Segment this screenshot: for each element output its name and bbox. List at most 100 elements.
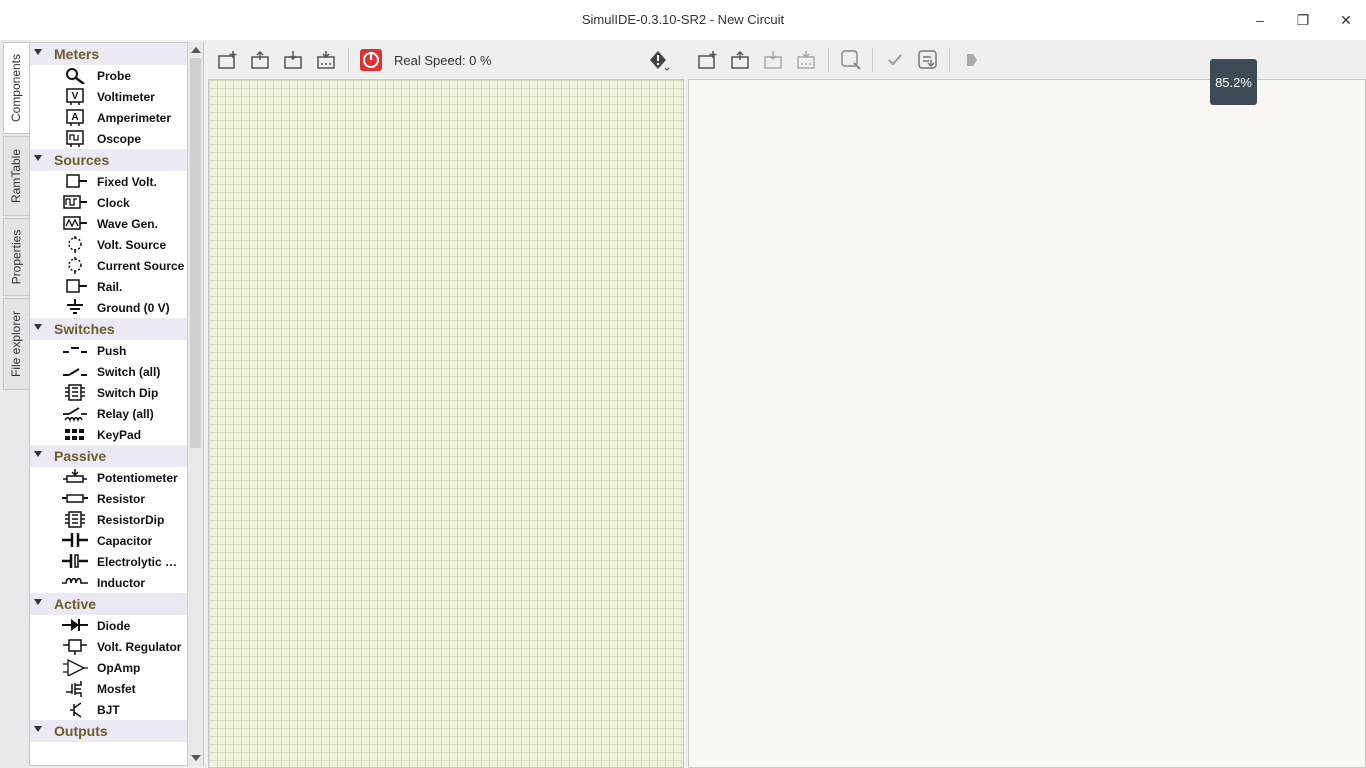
save-icon: [284, 51, 302, 69]
scroll-down-arrow-icon[interactable]: [191, 755, 201, 761]
component-label: Inductor: [97, 576, 145, 590]
scroll-thumb[interactable]: [190, 58, 201, 448]
open-file-button[interactable]: [727, 46, 755, 74]
save-file-button[interactable]: [760, 46, 788, 74]
circuit-toolbar: Real Speed: 0 %: [214, 42, 492, 78]
circuit-canvas[interactable]: [208, 79, 684, 768]
expand-arrow-icon[interactable]: [34, 451, 42, 457]
category-label: Passive: [54, 448, 107, 464]
component-item[interactable]: Oscope: [30, 128, 188, 149]
tab-ramtable[interactable]: RamTable: [3, 136, 29, 216]
component-item[interactable]: Potentiometer: [30, 467, 188, 488]
component-item[interactable]: Current Source: [30, 255, 188, 276]
component-item[interactable]: Inductor: [30, 572, 188, 593]
open-folder-icon: [251, 50, 269, 69]
capacitor-icon: [62, 533, 88, 547]
component-item[interactable]: Relay (all): [30, 403, 188, 424]
debug-icon: [967, 54, 977, 66]
component-item[interactable]: Switch (all): [30, 361, 188, 382]
category-switches[interactable]: Switches: [30, 318, 188, 340]
restore-button[interactable]: ❐: [1291, 8, 1315, 32]
tab-properties[interactable]: Properties: [3, 218, 29, 296]
upload-button[interactable]: [914, 46, 942, 74]
component-item[interactable]: Diode: [30, 615, 188, 636]
component-item[interactable]: Clock: [30, 192, 188, 213]
clock-icon: [63, 195, 87, 209]
save-circuit-button[interactable]: [280, 46, 308, 74]
warning-button[interactable]: [644, 46, 672, 74]
component-item[interactable]: Capacitor: [30, 530, 188, 551]
compile-button[interactable]: [881, 46, 909, 74]
component-item[interactable]: A Amperimeter: [30, 107, 188, 128]
category-active[interactable]: Active: [30, 593, 188, 615]
component-item[interactable]: Resistor: [30, 488, 188, 509]
tree-scrollbar[interactable]: [187, 42, 203, 766]
component-item[interactable]: Probe: [30, 65, 188, 86]
component-item[interactable]: OpAmp: [30, 657, 188, 678]
wave-gen-icon: [63, 216, 87, 230]
close-button[interactable]: ✕: [1334, 8, 1358, 32]
component-tree[interactable]: Meters Probe V Voltimeter A Amperimeter Oscope…: [29, 42, 204, 766]
component-item[interactable]: Wave Gen.: [30, 213, 188, 234]
minimize-button[interactable]: –: [1248, 8, 1272, 32]
component-label: Electrolytic C…: [97, 555, 185, 569]
tab-file-explorer[interactable]: File explorer: [3, 298, 29, 390]
expand-arrow-icon[interactable]: [34, 324, 42, 330]
component-item[interactable]: Switch Dip: [30, 382, 188, 403]
component-item[interactable]: Mosfet: [30, 678, 188, 699]
expand-arrow-icon[interactable]: [34, 726, 42, 732]
component-item[interactable]: Volt. Source: [30, 234, 188, 255]
expand-arrow-icon[interactable]: [34, 599, 42, 605]
component-item[interactable]: Push: [30, 340, 188, 361]
new-file-button[interactable]: [694, 46, 722, 74]
component-item[interactable]: BJT: [30, 699, 188, 720]
new-circuit-button[interactable]: [214, 46, 242, 74]
component-label: OpAmp: [97, 661, 141, 675]
toolbar-separator: [348, 48, 349, 72]
potentiometer-icon: [63, 469, 87, 483]
component-label: BJT: [97, 703, 120, 717]
check-icon: [888, 54, 902, 66]
save-file-as-button[interactable]: [793, 46, 821, 74]
category-label: Outputs: [54, 723, 108, 739]
find-button[interactable]: [837, 46, 865, 74]
push-icon: [63, 347, 87, 353]
ground-icon: [67, 299, 83, 314]
save-as-icon: [317, 51, 335, 69]
tab-components[interactable]: Components: [3, 42, 29, 134]
component-item[interactable]: Volt. Regulator: [30, 636, 188, 657]
component-item[interactable]: ResistorDip: [30, 509, 188, 530]
expand-arrow-icon[interactable]: [34, 155, 42, 161]
upload-icon: [918, 50, 937, 69]
component-label: Relay (all): [97, 407, 154, 421]
component-item[interactable]: KeyPad: [30, 424, 188, 445]
keypad-icon: [65, 429, 84, 440]
resistor-dip-icon: [65, 511, 85, 528]
category-label: Meters: [54, 46, 100, 62]
side-tab-bar: Components RamTable Properties File expl…: [0, 40, 29, 768]
debug-button[interactable]: [958, 46, 986, 74]
open-circuit-button[interactable]: [247, 46, 275, 74]
category-sources[interactable]: Sources: [30, 149, 188, 171]
scroll-up-arrow-icon[interactable]: [191, 47, 201, 53]
component-item[interactable]: Fixed Volt.: [30, 171, 188, 192]
category-outputs[interactable]: Outputs: [30, 720, 188, 742]
component-item[interactable]: Electrolytic C…: [30, 551, 188, 572]
code-editor-area[interactable]: [688, 79, 1366, 768]
opamp-icon: [63, 659, 88, 676]
category-passive[interactable]: Passive: [30, 445, 188, 467]
component-item[interactable]: V Voltimeter: [30, 86, 188, 107]
probe-icon: [66, 68, 85, 84]
component-label: Switch (all): [97, 365, 161, 379]
power-button[interactable]: [357, 46, 385, 74]
category-label: Active: [54, 596, 97, 612]
expand-arrow-icon[interactable]: [34, 49, 42, 55]
category-meters[interactable]: Meters: [30, 43, 188, 65]
save-as-button[interactable]: [313, 46, 341, 74]
oscope-icon: [66, 130, 84, 147]
component-item[interactable]: Ground (0 V): [30, 297, 188, 318]
component-list: Meters Probe V Voltimeter A Amperimeter Oscope…: [30, 43, 188, 742]
inductor-icon: [62, 577, 88, 584]
component-item[interactable]: Rail.: [30, 276, 188, 297]
warning-icon: [650, 51, 669, 71]
